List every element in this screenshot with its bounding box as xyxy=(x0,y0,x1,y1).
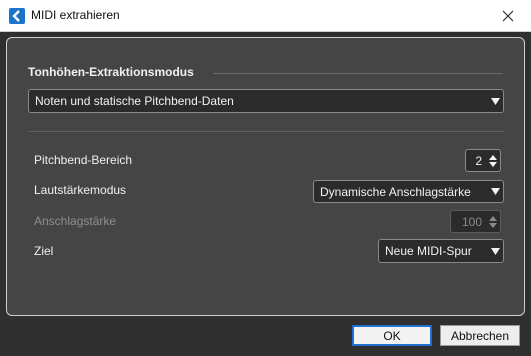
extraction-mode-select[interactable]: Noten und statische Pitchbend-Daten xyxy=(28,89,504,113)
spin-up-icon xyxy=(489,215,497,221)
chevron-down-icon xyxy=(487,247,503,255)
volume-mode-value: Dynamische Anschlagstärke xyxy=(320,184,471,199)
velocity-value: 100 xyxy=(461,214,482,229)
volume-mode-select[interactable]: Dynamische Anschlagstärke xyxy=(313,180,504,203)
volume-mode-label: Lautstärkemodus xyxy=(34,183,127,197)
settings-panel: Tonhöhen-Extraktionsmodus Noten und stat… xyxy=(6,37,525,316)
title-bar: MIDI extrahieren xyxy=(0,0,531,32)
chevron-down-icon xyxy=(487,97,503,105)
spin-down-icon xyxy=(489,222,497,228)
velocity-stepper: 100 xyxy=(450,210,501,233)
velocity-label: Anschlagstärke xyxy=(34,214,117,228)
pitchbend-range-label: Pitchbend-Bereich xyxy=(34,153,133,167)
section-title: Tonhöhen-Extraktionsmodus xyxy=(28,65,194,79)
target-value: Neue MIDI-Spur xyxy=(385,244,472,258)
extraction-mode-value: Noten und statische Pitchbend-Daten xyxy=(35,94,234,108)
close-icon xyxy=(502,10,514,22)
cancel-button[interactable]: Abbrechen xyxy=(440,325,520,346)
pitchbend-range-stepper[interactable]: 2 xyxy=(465,149,501,172)
chevron-down-icon xyxy=(487,188,503,195)
target-select[interactable]: Neue MIDI-Spur xyxy=(378,239,504,263)
spin-up-icon[interactable] xyxy=(489,154,497,160)
section-divider xyxy=(213,73,503,74)
close-button[interactable] xyxy=(485,0,531,32)
divider xyxy=(29,131,504,132)
target-label: Ziel xyxy=(34,244,54,258)
app-icon xyxy=(9,8,25,24)
ok-button[interactable]: OK xyxy=(352,325,432,346)
spin-down-icon[interactable] xyxy=(489,161,497,167)
window-title: MIDI extrahieren xyxy=(31,8,120,22)
pitchbend-range-value: 2 xyxy=(475,153,482,168)
